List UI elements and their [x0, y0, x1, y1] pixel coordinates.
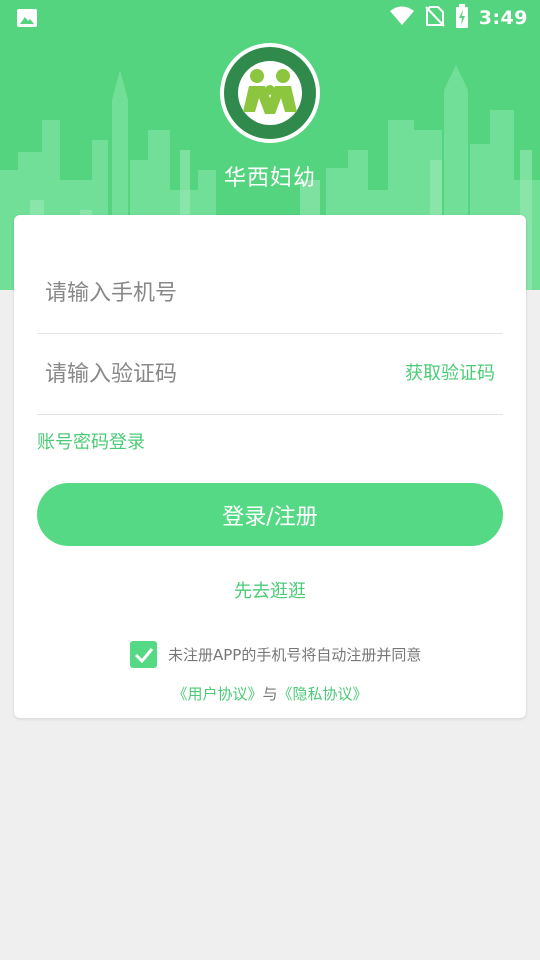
get-code-button[interactable]: 获取验证码 [405, 334, 495, 414]
verification-code-input[interactable] [45, 334, 375, 414]
no-sim-icon [425, 5, 445, 31]
consent-checkbox[interactable] [130, 641, 157, 668]
code-field-row: 获取验证码 [37, 334, 503, 415]
consent-row: 未注册APP的手机号将自动注册并同意 [130, 641, 421, 668]
privacy-agreement-link[interactable]: 《隐私协议》 [278, 685, 368, 703]
password-login-link[interactable]: 账号密码登录 [37, 428, 145, 454]
consent-text: 未注册APP的手机号将自动注册并同意 [168, 646, 422, 664]
login-card: 获取验证码 账号密码登录 登录/注册 先去逛逛 未注册APP的手机号将自动注册并… [14, 215, 526, 718]
hospital-logo [219, 42, 321, 144]
login-register-button[interactable]: 登录/注册 [37, 483, 503, 546]
user-agreement-link[interactable]: 《用户协议》 [172, 685, 262, 703]
phone-field-row [37, 253, 503, 334]
browse-first-link[interactable]: 先去逛逛 [14, 577, 526, 603]
phone-input[interactable] [45, 253, 375, 333]
image-icon [16, 8, 38, 28]
app-title: 华西妇幼 [223, 166, 316, 191]
battery-charging-icon [455, 4, 469, 32]
checkmark-icon [134, 647, 153, 663]
agreements-row: 《用户协议》与《隐私协议》 [14, 683, 526, 704]
agreement-conjunction: 与 [262, 685, 278, 703]
status-bar: 3:49 [0, 0, 540, 36]
wifi-icon [389, 6, 415, 30]
status-time: 3:49 [478, 7, 528, 29]
